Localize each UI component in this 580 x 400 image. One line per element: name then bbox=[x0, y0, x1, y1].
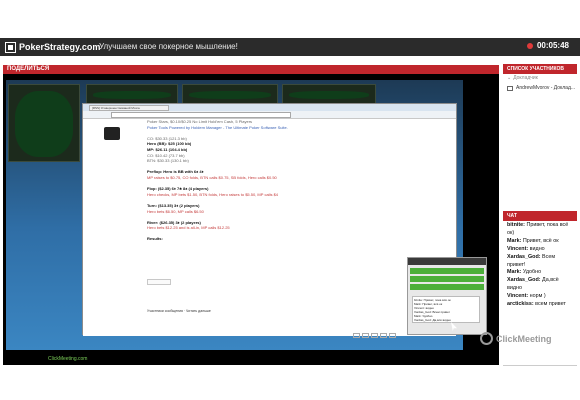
cm-chat-button[interactable] bbox=[410, 284, 484, 290]
chat-message: ок) bbox=[507, 230, 579, 238]
participant-item[interactable]: AndrewMvorov - Доклад... bbox=[507, 85, 577, 91]
chat-author: Vincent: bbox=[507, 245, 529, 252]
cm-chat-preview: bitnite: Привет, пока всё ок Mark: Привет… bbox=[412, 296, 480, 323]
pagination[interactable] bbox=[353, 325, 413, 338]
chat-message: Vincent: норм ) bbox=[507, 293, 579, 301]
chat-message: bitnite: Привет, пока всё bbox=[507, 222, 579, 230]
poker-table-window bbox=[182, 84, 278, 104]
participant-name: AndrewMvorov - Доклад... bbox=[516, 85, 576, 91]
reply-button[interactable] bbox=[147, 279, 171, 285]
chat-message: Mark: Удобно bbox=[507, 269, 579, 277]
poker-table-window bbox=[86, 84, 178, 104]
clickmeeting-logo-icon bbox=[480, 332, 493, 345]
forum-page: Poker Stars, $0.10/$0.25 No Limit Hold'e… bbox=[83, 119, 456, 338]
address-bar[interactable] bbox=[111, 112, 291, 118]
chat-author: Vincent: bbox=[507, 293, 529, 300]
chat-author: arctickiss: bbox=[507, 301, 534, 308]
broadcast-panel-title[interactable]: ПОДЕЛИТЬСЯ bbox=[3, 65, 499, 74]
chat-text: ок) bbox=[507, 229, 515, 236]
participant-group[interactable]: ⌄ Докладчик bbox=[507, 75, 538, 81]
header-bar: PokerStrategy.com Улучшаем свое покерное… bbox=[0, 38, 580, 56]
chat-author: Mark: bbox=[507, 269, 522, 276]
chat-message: Xardas_God: Всем bbox=[507, 254, 579, 262]
logo: PokerStrategy.com bbox=[5, 40, 100, 54]
toolbar-icons bbox=[298, 112, 448, 125]
chat-text: всем привет bbox=[533, 301, 566, 308]
browser-window: [RSS] Усовершенствований Мозга Poker Sta… bbox=[82, 103, 457, 338]
chat-text: видно bbox=[507, 285, 522, 292]
avatar bbox=[104, 127, 120, 140]
cm-panel-header bbox=[408, 258, 486, 265]
browser-toolbar bbox=[83, 111, 456, 125]
poker-table-window bbox=[8, 84, 80, 162]
hand-history-line: Results: bbox=[147, 236, 163, 242]
chat-message: arctickiss: всем привет bbox=[507, 301, 579, 309]
chat-panel-title[interactable]: ЧАТ bbox=[503, 211, 577, 221]
chat-author: Xardas_God: bbox=[507, 253, 541, 260]
clickmeeting-control-panel: bitnite: Привет, пока всё ок Mark: Привет… bbox=[407, 257, 487, 335]
post-footer-links[interactable]: Участники сообщения · Читать дальше bbox=[147, 309, 211, 313]
chat-text: Привет, всё ок bbox=[521, 237, 559, 244]
chat-message: Xardas_God: Да,всё bbox=[507, 277, 579, 285]
chevron-down-icon: ⌄ bbox=[507, 75, 512, 81]
chat-author: Xardas_God: bbox=[507, 277, 541, 284]
chat-text: Да,всё bbox=[540, 277, 559, 284]
chat-text: Привет, пока всё bbox=[524, 222, 569, 228]
chat-message: Mark: Привет, всё ок bbox=[507, 238, 579, 246]
chat-author: bitnite: bbox=[507, 222, 525, 228]
recording-dot-icon bbox=[526, 42, 533, 49]
browser-titlebar: [RSS] Усовершенствований Мозга bbox=[83, 104, 456, 111]
video-footer: ClickMeeting.com bbox=[3, 355, 499, 365]
session-timer: 00:05:48 bbox=[526, 41, 569, 50]
chat-text: привет! bbox=[507, 261, 526, 268]
webinar-app: PokerStrategy.com Улучшаем свое покерное… bbox=[0, 0, 580, 400]
timer-text: 00:05:48 bbox=[536, 41, 569, 50]
chat-input[interactable] bbox=[503, 366, 577, 400]
participants-list: ⌄ Докладчик AndrewMvorov - Доклад... bbox=[503, 74, 577, 179]
chat-text: норм ) bbox=[528, 293, 546, 300]
chat-text: Всем bbox=[540, 253, 556, 260]
presenter-icon bbox=[507, 85, 513, 91]
chat-author: Mark: bbox=[507, 237, 522, 244]
poker-table-window bbox=[282, 84, 376, 104]
chat-messages: bitnite: Привет, пока всё ок) Mark: Привет… bbox=[507, 222, 579, 372]
cm-chat-line: Xardas_God: Да,всё видно bbox=[414, 318, 451, 322]
session-title: Улучшаем свое покерное мышление! bbox=[99, 42, 238, 51]
chat-message: Vincent: видно bbox=[507, 246, 579, 254]
chat-text: видно bbox=[528, 245, 545, 252]
cm-stop-sharing-button[interactable] bbox=[410, 276, 484, 282]
group-label: Докладчик bbox=[513, 75, 538, 81]
chat-message: видно bbox=[507, 285, 579, 293]
hand-history-post: Poker Stars, $0.10/$0.25 No Limit Hold'e… bbox=[147, 119, 387, 329]
logo-text: PokerStrategy.com bbox=[19, 42, 101, 52]
chat-text: Удобно bbox=[521, 269, 542, 276]
chat-message: привет! bbox=[507, 262, 579, 270]
participants-panel-title[interactable]: СПИСОК УЧАСТНИКОВ bbox=[503, 64, 577, 74]
footer-brand-text: ClickMeeting.com bbox=[48, 356, 88, 362]
cm-share-desktop-button[interactable] bbox=[410, 268, 484, 274]
logo-icon bbox=[5, 41, 16, 53]
